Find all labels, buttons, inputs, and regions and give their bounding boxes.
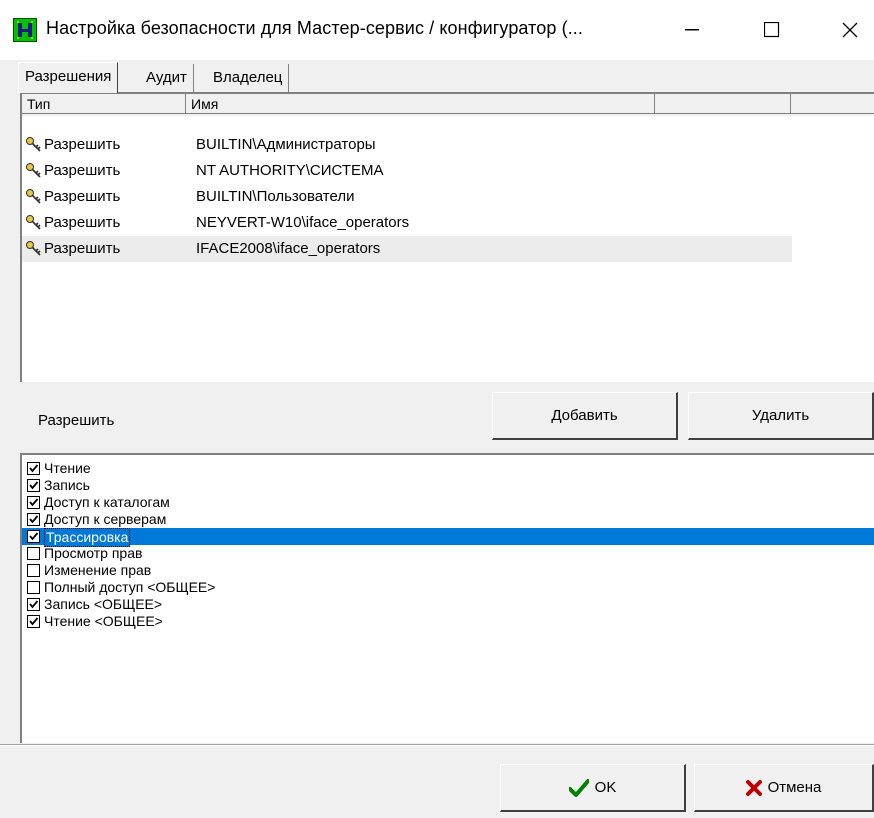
close-button[interactable] xyxy=(814,0,874,60)
key-icon xyxy=(26,137,41,152)
row-name: NT AUTHORITY\СИСТЕМА xyxy=(196,162,384,179)
close-icon xyxy=(842,22,858,38)
list-item[interactable]: Запись xyxy=(22,477,874,494)
key-icon xyxy=(26,189,41,204)
cancel-label: Отмена xyxy=(767,779,822,796)
list-item[interactable]: Доступ к каталогам xyxy=(22,494,874,511)
permission-label: Запись <ОБЩЕЕ> xyxy=(44,596,163,612)
checkbox[interactable] xyxy=(27,530,40,543)
key-icon xyxy=(26,163,41,178)
column-header-extra-1[interactable] xyxy=(655,94,791,114)
tab-permissions[interactable]: Разрешения xyxy=(18,62,119,93)
list-item[interactable]: Изменение прав xyxy=(22,562,874,579)
row-name: IFACE2008\iface_operators xyxy=(196,240,381,257)
permission-label: Доступ к серверам xyxy=(44,511,167,527)
checkbox[interactable] xyxy=(27,462,40,475)
key-icon xyxy=(26,215,41,230)
maximize-icon xyxy=(764,22,780,38)
tab-audit[interactable]: Аудит xyxy=(140,64,194,92)
key-icon xyxy=(26,241,41,256)
permission-label: Изменение прав xyxy=(44,562,152,578)
minimize-icon xyxy=(685,29,699,31)
x-icon xyxy=(745,780,762,797)
app-icon xyxy=(13,18,37,42)
list-item[interactable]: Чтение <ОБЩЕЕ> xyxy=(22,613,874,630)
permission-label: Чтение xyxy=(44,460,91,476)
table-row[interactable]: Разрешить NT AUTHORITY\СИСТЕМА xyxy=(22,158,792,184)
permission-label: Доступ к каталогам xyxy=(44,494,170,510)
list-item[interactable]: Полный доступ <ОБЩЕЕ> xyxy=(22,579,874,596)
ok-label: OK xyxy=(594,779,617,796)
row-type: Разрешить xyxy=(44,214,121,231)
list-header: Тип Имя xyxy=(22,94,874,116)
permission-label: Запись xyxy=(44,477,90,493)
column-header-name[interactable]: Имя xyxy=(186,94,655,114)
checkmark-icon xyxy=(567,779,590,798)
checkbox[interactable] xyxy=(27,615,40,628)
checkbox[interactable] xyxy=(27,581,40,594)
row-type: Разрешить xyxy=(44,188,121,205)
checkbox[interactable] xyxy=(27,547,40,560)
table-row[interactable]: Разрешить NEYVERT-W10\iface_operators xyxy=(22,210,792,236)
list-item[interactable]: Доступ к серверам xyxy=(22,511,874,528)
tab-owner[interactable]: Владелец xyxy=(207,64,290,92)
cancel-button[interactable]: Отмена xyxy=(694,764,874,812)
checkbox[interactable] xyxy=(27,598,40,611)
permission-label: Чтение <ОБЩЕЕ> xyxy=(44,613,163,629)
add-button[interactable]: Добавить xyxy=(492,392,678,440)
checkbox[interactable] xyxy=(27,513,40,526)
table-row[interactable]: Разрешить BUILTIN\Пользователи xyxy=(22,184,792,210)
checkbox[interactable] xyxy=(27,564,40,577)
checkbox[interactable] xyxy=(27,479,40,492)
list-item[interactable]: Запись <ОБЩЕЕ> xyxy=(22,596,874,613)
acl-list[interactable]: Тип Имя Разрешить BUILTIN\Администраторы… xyxy=(20,92,874,382)
list-item[interactable]: Трассировка xyxy=(22,528,874,547)
tab-strip: Разрешения Аудит Владелец xyxy=(0,60,874,93)
maximize-button[interactable] xyxy=(736,0,808,60)
checkbox[interactable] xyxy=(27,496,40,509)
permission-type-label: Разрешить xyxy=(38,412,115,429)
window-title: Настройка безопасности для Мастер-сервис… xyxy=(46,18,584,38)
row-type: Разрешить xyxy=(44,162,121,179)
table-row[interactable]: Разрешить BUILTIN\Администраторы xyxy=(22,132,792,158)
remove-button[interactable]: Удалить xyxy=(688,392,874,440)
permission-label: Полный доступ <ОБЩЕЕ> xyxy=(44,579,216,595)
list-item[interactable]: Чтение xyxy=(22,460,874,477)
row-name: BUILTIN\Администраторы xyxy=(196,136,376,153)
permission-label: Просмотр прав xyxy=(44,545,143,561)
list-item[interactable]: Просмотр прав xyxy=(22,545,874,562)
row-name: BUILTIN\Пользователи xyxy=(196,188,355,205)
row-type: Разрешить xyxy=(44,240,121,257)
minimize-button[interactable] xyxy=(656,0,728,60)
row-type: Разрешить xyxy=(44,136,121,153)
column-header-extra-2[interactable] xyxy=(791,94,874,114)
table-row[interactable]: Разрешить IFACE2008\iface_operators xyxy=(22,236,792,262)
column-header-type[interactable]: Тип xyxy=(22,94,186,114)
divider xyxy=(0,745,874,746)
ok-button[interactable]: OK xyxy=(500,764,686,812)
permissions-checklist[interactable]: Чтение Запись Доступ к каталогам Доступ … xyxy=(20,453,874,743)
row-name: NEYVERT-W10\iface_operators xyxy=(196,214,410,231)
title-bar: Настройка безопасности для Мастер-сервис… xyxy=(0,0,874,60)
